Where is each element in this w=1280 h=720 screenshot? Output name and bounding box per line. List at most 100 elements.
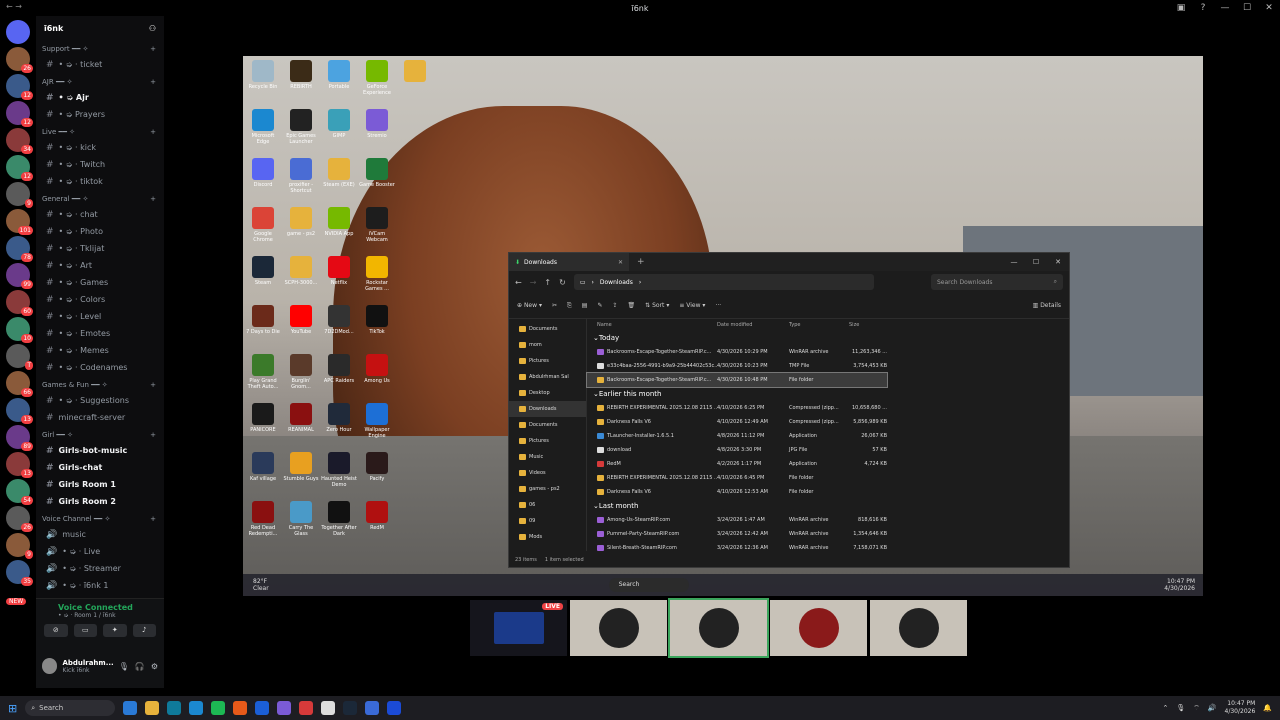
server-icon[interactable]: 13 (6, 398, 33, 424)
channel-item[interactable]: # • ➭ · kick (36, 139, 164, 156)
server-icon[interactable]: 10 (6, 317, 33, 343)
file-row[interactable]: Backrooms-Escape-Together-SteamRIP.c... 4… (587, 345, 1069, 359)
inbox-icon[interactable]: ▣ (1170, 0, 1192, 16)
rename-icon[interactable]: ✎ (597, 302, 602, 309)
taskbar-app-icon[interactable] (211, 701, 226, 715)
screen-share-button[interactable]: ▭ (73, 624, 97, 637)
close-button[interactable]: ✕ (1258, 0, 1280, 16)
up-icon[interactable]: ↑ (544, 278, 551, 287)
server-icon[interactable]: 99 (6, 263, 33, 289)
file-row[interactable]: Backrooms-Escape-Together-SteamRIP.c... 4… (586, 372, 888, 388)
desktop-icon[interactable]: SCPH-3000... (283, 256, 319, 286)
channel-item[interactable]: # • ➭ · chat (36, 206, 164, 223)
help-icon[interactable]: ? (1192, 0, 1214, 16)
search-input[interactable]: Search Downloads ⌕ (931, 274, 1063, 290)
mic-icon[interactable]: 🎙 (1176, 704, 1185, 712)
channel-category[interactable]: Voice Channel ━━ ✧ + (36, 510, 164, 526)
taskbar-app-icon[interactable] (299, 701, 314, 715)
desktop-icon[interactable]: APC Raiders (321, 354, 357, 384)
channel-category[interactable]: Girl ━━ ✧ + (36, 426, 164, 442)
taskbar-app-icon[interactable] (365, 701, 380, 715)
share-icon[interactable]: ⇪ (613, 302, 618, 309)
channel-category[interactable]: Live ━━ ✧ + (36, 123, 164, 139)
channel-item[interactable]: 🔊 • ➭ · ī6nk 1 (36, 577, 164, 594)
desktop-icon[interactable]: REBIRTH (283, 60, 319, 90)
nav-item[interactable]: Abdulrhman Sal (509, 369, 586, 385)
volume-icon[interactable]: 🔊 (1208, 704, 1217, 712)
file-row[interactable]: RedM 4/2/2026 1:17 PM Application 4,724 KB (587, 457, 1069, 471)
file-group-header[interactable]: ⌄ Last month (587, 499, 1069, 513)
taskbar-app-icon[interactable] (145, 701, 160, 715)
channel-item[interactable]: # • ➭ Ajr (36, 89, 164, 106)
server-icon[interactable]: 89 (6, 425, 33, 451)
channel-item[interactable]: # • ➭ Prayers (36, 106, 164, 123)
add-member-icon[interactable]: ⚇ (149, 24, 156, 33)
windows-start-icon[interactable]: ⊞ (8, 702, 17, 715)
channel-item[interactable]: 🔊 • ➭ · Live (36, 543, 164, 560)
nav-item[interactable]: Desktop (509, 385, 586, 401)
server-icon[interactable]: 12 (6, 155, 33, 181)
new-tab-icon[interactable]: + (637, 257, 645, 267)
mic-icon[interactable]: 🎙 (119, 662, 129, 671)
add-channel-icon[interactable]: + (150, 195, 156, 203)
server-icon[interactable]: 54 (6, 479, 33, 505)
desktop-icon[interactable]: Together After Dark (321, 501, 357, 537)
desktop-icon[interactable]: Zero Hour (321, 403, 357, 433)
explorer-minimize-button[interactable]: — (1003, 258, 1025, 266)
server-icon[interactable]: 26 (6, 506, 33, 532)
channel-item[interactable]: # • ➭ · Level (36, 308, 164, 325)
channel-item[interactable]: # Girls Room 2 (36, 493, 164, 510)
taskbar-app-icon[interactable] (167, 701, 182, 715)
channel-item[interactable]: # • ➭ · Codenames (36, 359, 164, 376)
participant-tile[interactable] (570, 600, 667, 656)
channel-item[interactable]: # • ➭ · Memes (36, 342, 164, 359)
desktop-icon[interactable]: Netflix (321, 256, 357, 286)
copy-icon[interactable]: ⎘ (567, 302, 572, 310)
desktop-icon[interactable]: GeForce Experience (359, 60, 395, 96)
channel-item[interactable]: # • ➭ · Suggestions (36, 392, 164, 409)
nav-item[interactable]: games - ps2 (509, 481, 586, 497)
desktop-icon[interactable]: RedM (359, 501, 395, 531)
nav-item[interactable]: Mods (509, 529, 586, 545)
notification-bell-icon[interactable]: 🔔 (1263, 704, 1272, 712)
nav-item[interactable]: Downloads (509, 401, 586, 417)
desktop-icon[interactable]: Carry The Glass (283, 501, 319, 537)
server-icon[interactable]: T (6, 344, 33, 370)
channel-item[interactable]: # • ➭ · Games (36, 274, 164, 291)
guild-header[interactable]: ī6nk ⚇ (36, 16, 164, 40)
desktop-icon[interactable]: TikTok (359, 305, 395, 335)
server-icon[interactable]: 78 (6, 236, 33, 262)
desktop-icon[interactable]: Google Chrome (245, 207, 281, 243)
nav-item[interactable]: Documents (509, 417, 586, 433)
stream-search[interactable]: Search (608, 578, 689, 592)
file-row[interactable]: Among-Us-SteamRIP.com 3/24/2026 1:47 AM Wi… (587, 513, 1069, 527)
file-row[interactable]: REBIRTH EXPERIMENTAL 2025.12.08 2115 ...… (587, 401, 1069, 415)
channel-item[interactable]: # • ➭ · Tklijat (36, 240, 164, 257)
taskbar-app-icon[interactable] (277, 701, 292, 715)
channel-item[interactable]: 🔊 • ➭ · Streamer (36, 560, 164, 577)
new-button[interactable]: ⊕ New ▾ (517, 302, 542, 309)
desktop-icon[interactable]: Epic Games Launcher (283, 109, 319, 145)
details-button[interactable]: ▥ Details (1033, 302, 1061, 309)
nav-item[interactable]: mom (509, 337, 586, 353)
desktop-icon[interactable]: Among Us (359, 354, 395, 384)
channel-item[interactable]: # Girls-chat (36, 459, 164, 476)
desktop-icon[interactable] (397, 60, 433, 84)
channel-item[interactable]: # Girls-bot-music (36, 442, 164, 459)
soundboard-button[interactable]: ♪ (132, 624, 156, 637)
maximize-button[interactable]: ☐ (1236, 0, 1258, 16)
desktop-icon[interactable]: Play Grand Theft Auto... (245, 354, 281, 390)
desktop-icon[interactable]: YouTube (283, 305, 319, 335)
channel-item[interactable]: # • ➭ · Colors (36, 291, 164, 308)
channel-item[interactable]: # Girls Room 1 (36, 476, 164, 493)
column-name[interactable]: Name (587, 322, 717, 328)
column-size[interactable]: Size (849, 322, 887, 328)
minimize-button[interactable]: — (1214, 0, 1236, 16)
taskbar-search[interactable]: ⌕ Search (25, 700, 116, 716)
file-row[interactable]: REBIRTH EXPERIMENTAL 2025.12.08 2115 ...… (587, 471, 1069, 485)
participant-tile[interactable] (870, 600, 967, 656)
desktop-icon[interactable]: Wallpaper Engine (359, 403, 395, 439)
column-date[interactable]: Date modified (717, 322, 789, 328)
server-icon[interactable]: 66 (6, 371, 33, 397)
desktop-icon[interactable]: Steam (EXE) (321, 158, 357, 188)
